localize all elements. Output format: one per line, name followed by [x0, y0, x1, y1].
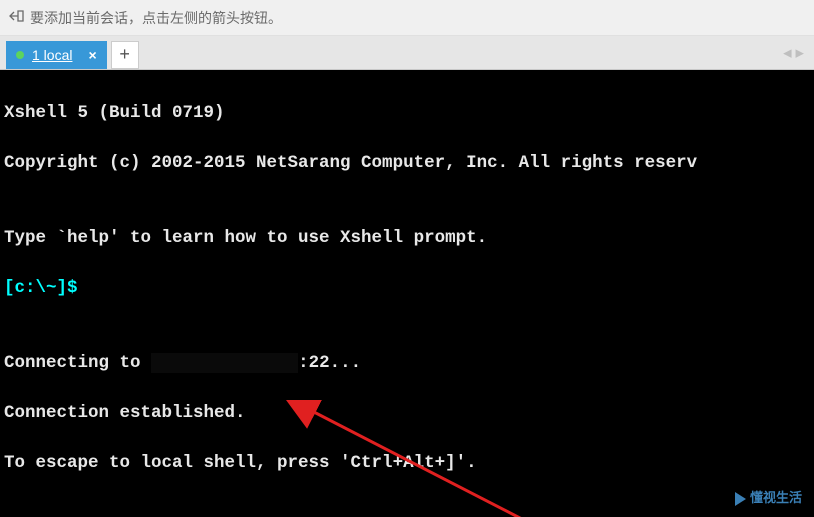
local-prompt: [c:\~]$ — [0, 276, 814, 301]
chevron-left-icon[interactable]: ◀ — [783, 46, 791, 59]
term-line: Xshell 5 (Build 0719) — [0, 101, 814, 126]
close-icon[interactable]: × — [84, 47, 100, 63]
tab-label: 1 local — [32, 47, 72, 63]
tab-local[interactable]: 1 local × — [6, 41, 107, 69]
term-line: Type `help' to learn how to use Xshell p… — [0, 226, 814, 251]
tab-strip: 1 local × + ◀ ▶ — [0, 36, 814, 70]
add-tab-button[interactable]: + — [111, 41, 139, 69]
watermark-text: 懂视生活 — [750, 486, 802, 511]
arrow-hint-icon — [8, 8, 24, 27]
status-dot-icon — [16, 51, 24, 59]
hint-text: 要添加当前会话，点击左侧的箭头按钮。 — [30, 8, 282, 28]
term-line: To escape to local shell, press 'Ctrl+Al… — [0, 451, 814, 476]
plus-icon: + — [119, 44, 130, 65]
watermark: 懂视生活 — [729, 484, 808, 513]
tab-scroll-arrows: ◀ ▶ — [783, 46, 804, 59]
play-icon — [735, 492, 746, 506]
term-line: Connection established. — [0, 401, 814, 426]
terminal[interactable]: Xshell 5 (Build 0719) Copyright (c) 2002… — [0, 70, 814, 517]
chevron-right-icon[interactable]: ▶ — [796, 46, 804, 59]
term-line: Copyright (c) 2002-2015 NetSarang Comput… — [0, 151, 814, 176]
term-line: Connecting to :22... — [0, 351, 814, 376]
hint-bar: 要添加当前会话，点击左侧的箭头按钮。 — [0, 0, 814, 36]
